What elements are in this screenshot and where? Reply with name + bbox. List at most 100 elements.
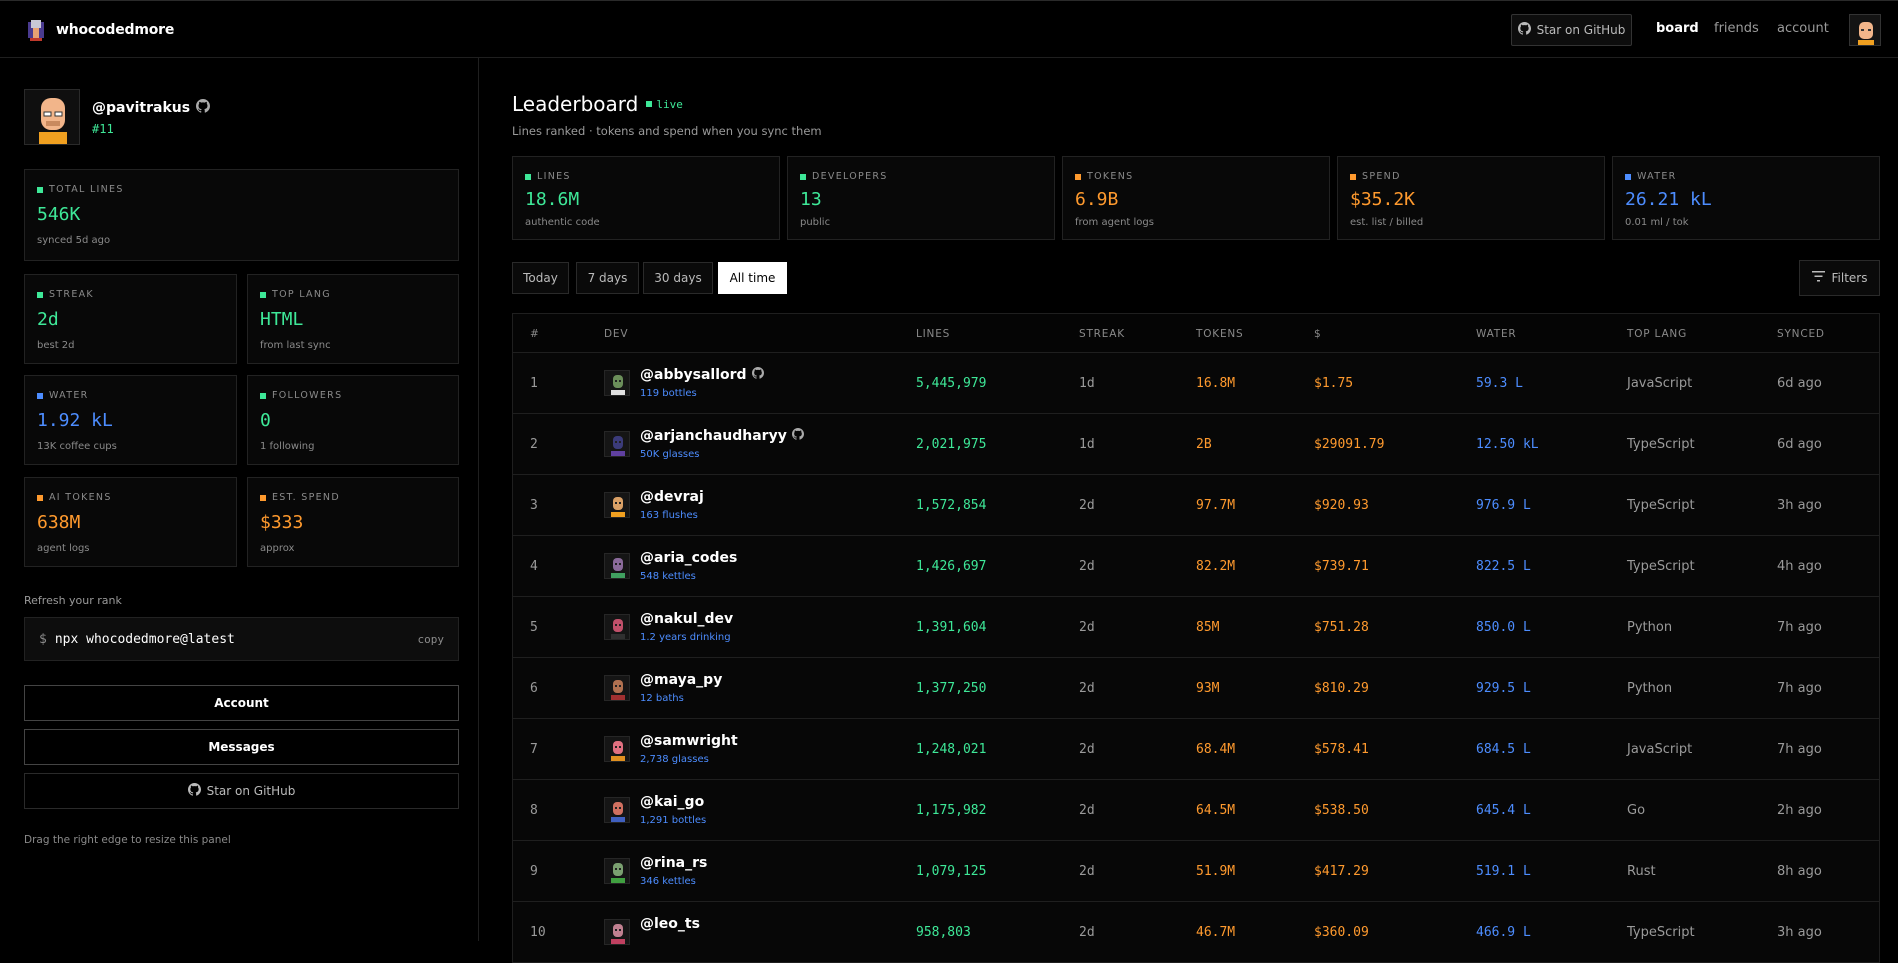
dev-handle[interactable]: @nakul_dev: [640, 611, 733, 627]
row-rank: 8: [530, 803, 538, 818]
col-spend[interactable]: $: [1314, 328, 1321, 340]
install-command: $ npx whocodedmore@latest copy: [24, 617, 459, 661]
stat-sub: approx: [260, 543, 295, 554]
row-rank: 5: [530, 620, 538, 635]
col-streak[interactable]: STREAK: [1079, 328, 1125, 340]
dev-handle[interactable]: @kai_go: [640, 794, 704, 810]
table-row[interactable]: 3 @devraj 163 flushes 1,572,854 2d 97.7M $920.…: [513, 475, 1879, 536]
nav-friends[interactable]: friends: [1714, 21, 1759, 36]
table-row[interactable]: 5 @nakul_dev 1.2 years drinking 1,391,604 2d…: [513, 597, 1879, 658]
row-synced: 7h ago: [1777, 742, 1822, 757]
dev-handle[interactable]: @samwright: [640, 733, 738, 749]
brand[interactable]: whocodedmore: [26, 18, 174, 42]
table-row[interactable]: 4 @aria_codes 548 kettles 1,426,697 2d 82.2M $…: [513, 536, 1879, 597]
period-today[interactable]: Today: [512, 262, 569, 294]
row-lines: 1,377,250: [916, 681, 987, 696]
col-rank[interactable]: #: [530, 328, 540, 340]
dev-handle[interactable]: @arjanchaudharyy: [640, 428, 804, 444]
github-icon: [1517, 22, 1531, 38]
row-synced: 7h ago: [1777, 681, 1822, 696]
summary-stat-lines: LINES 18.6M authentic code: [512, 156, 780, 240]
brand-name: whocodedmore: [56, 22, 175, 38]
table-row[interactable]: 1 @abbysallord 119 bottles 5,445,979 1d 16.8M…: [513, 353, 1879, 414]
stat-ai-tokens: AI TOKENS 638M agent logs: [24, 477, 237, 567]
brand-logo-icon: [26, 18, 46, 42]
avatar[interactable]: [604, 370, 630, 396]
stat-sub: agent logs: [37, 543, 90, 554]
row-tokens: 93M: [1196, 681, 1220, 696]
row-lines: 1,426,697: [916, 559, 987, 574]
star-on-github-button[interactable]: Star on GitHub: [1511, 14, 1632, 46]
dev-handle[interactable]: @maya_py: [640, 672, 722, 688]
col-lines[interactable]: LINES: [916, 328, 950, 340]
avatar[interactable]: [604, 675, 630, 701]
period-30-days[interactable]: 30 days: [643, 262, 713, 294]
github-icon[interactable]: [791, 428, 804, 444]
row-spend: $29091.79: [1314, 437, 1385, 452]
col-tokens[interactable]: TOKENS: [1196, 328, 1244, 340]
stat-label: LINES: [537, 171, 571, 182]
col-dev[interactable]: DEV: [604, 328, 628, 340]
summary-stat-tokens: TOKENS 6.9B from agent logs: [1062, 156, 1330, 240]
stat-value: 18.6M: [525, 189, 580, 210]
table-row[interactable]: 2 @arjanchaudharyy 50K glasses 2,021,975 1d 2…: [513, 414, 1879, 475]
row-tokens: 2B: [1196, 437, 1212, 452]
table-row[interactable]: 8 @kai_go 1,291 bottles 1,175,982 2d 64.5M $53…: [513, 780, 1879, 841]
row-water: 519.1 L: [1476, 864, 1531, 879]
stat-value: 546K: [37, 204, 81, 225]
avatar[interactable]: [604, 614, 630, 640]
dev-handle[interactable]: @aria_codes: [640, 550, 737, 566]
stat-sub: from agent logs: [1075, 217, 1154, 228]
dev-handle[interactable]: @abbysallord: [640, 367, 764, 383]
row-water: 645.4 L: [1476, 803, 1531, 818]
copy-button[interactable]: copy: [418, 633, 445, 646]
avatar[interactable]: [604, 431, 630, 457]
table-row[interactable]: 9 @rina_rs 346 kettles 1,079,125 2d 51.9M $417…: [513, 841, 1879, 902]
dev-handle[interactable]: @leo_ts: [640, 916, 700, 932]
profile-avatar: [24, 89, 80, 145]
avatar[interactable]: [604, 736, 630, 762]
live-badge: live: [646, 98, 683, 111]
table-row[interactable]: 10 @leo_ts 958,803 2d 46.7M $360.09 466.9 L Typ…: [513, 902, 1879, 963]
filters-button[interactable]: Filters: [1799, 260, 1880, 296]
dev-handle[interactable]: @devraj: [640, 489, 704, 505]
sidebar-star-github-button[interactable]: Star on GitHub: [24, 773, 459, 809]
avatar[interactable]: [604, 858, 630, 884]
stat-value: 0: [260, 410, 271, 431]
row-streak: 1d: [1079, 376, 1095, 391]
status-dot: [800, 173, 806, 180]
row-top-lang: TypeScript: [1627, 437, 1695, 452]
table-row[interactable]: 7 @samwright 2,738 glasses 1,248,021 2d 68.4M…: [513, 719, 1879, 780]
period-7-days[interactable]: 7 days: [576, 262, 639, 294]
row-spend: $810.29: [1314, 681, 1369, 696]
table-row[interactable]: 6 @maya_py 12 baths 1,377,250 2d 93M $810.29 92…: [513, 658, 1879, 719]
stat-label: WATER: [1637, 171, 1677, 182]
col-synced[interactable]: SYNCED: [1777, 328, 1825, 340]
row-rank: 6: [530, 681, 538, 696]
stat-value: 13: [800, 189, 822, 210]
stat-sub: public: [800, 217, 831, 228]
row-top-lang: TypeScript: [1627, 559, 1695, 574]
avatar[interactable]: [604, 919, 630, 945]
dev-handle[interactable]: @rina_rs: [640, 855, 707, 871]
nav-account[interactable]: account: [1777, 21, 1829, 36]
github-icon[interactable]: [196, 99, 211, 117]
nav-board[interactable]: board: [1656, 21, 1699, 36]
stat-value: $35.2K: [1350, 189, 1416, 210]
account-button[interactable]: Account: [24, 685, 459, 721]
col-water[interactable]: WATER: [1476, 328, 1517, 340]
user-avatar[interactable]: [1849, 14, 1881, 46]
summary-stat-water: WATER 26.21 kL 0.01 ml / tok: [1612, 156, 1880, 240]
avatar[interactable]: [604, 797, 630, 823]
profile-handle[interactable]: @pavitrakus: [92, 99, 211, 117]
stat-sub: from last sync: [260, 340, 331, 351]
row-rank: 4: [530, 559, 538, 574]
period-all-time[interactable]: All time: [718, 262, 787, 294]
stat-water: WATER 1.92 kL 13K coffee cups: [24, 375, 237, 465]
col-top-lang[interactable]: TOP LANG: [1627, 328, 1687, 340]
github-icon[interactable]: [751, 367, 764, 383]
avatar[interactable]: [604, 492, 630, 518]
row-streak: 2d: [1079, 864, 1095, 879]
messages-button[interactable]: Messages: [24, 729, 459, 765]
avatar[interactable]: [604, 553, 630, 579]
